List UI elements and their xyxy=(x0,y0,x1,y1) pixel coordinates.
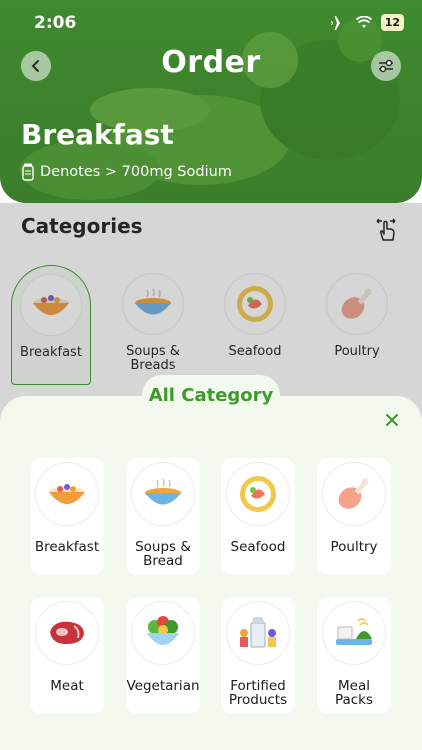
sheet-category-label: Soups & Bread xyxy=(135,539,191,569)
steak-icon xyxy=(50,621,84,644)
bowl-icon xyxy=(49,484,85,504)
sheet-icon-holder xyxy=(131,462,195,526)
filter-button[interactable] xyxy=(371,51,401,81)
sheet-category-meal-packs[interactable]: Meal Packs xyxy=(317,597,391,714)
milk-carton-icon xyxy=(240,617,276,648)
sheet-category-seafood[interactable]: Seafood xyxy=(221,458,295,575)
sheet-icon-holder xyxy=(322,462,386,526)
battery-indicator: 12 xyxy=(380,14,404,31)
sheet-category-fortified-products[interactable]: Fortified Products xyxy=(221,597,295,714)
sliders-icon xyxy=(379,59,393,73)
sheet-icon-holder xyxy=(226,462,290,526)
status-time: 2:06 xyxy=(34,13,77,33)
sheet-category-label: Meal Packs xyxy=(334,678,374,708)
shrimp-plate-icon xyxy=(240,476,276,512)
sheet-category-label: Meat xyxy=(50,678,84,694)
section-title: Breakfast xyxy=(21,118,174,151)
sodium-note-text: Denotes > 700mg Sodium xyxy=(40,164,232,180)
sheet-icon-holder xyxy=(35,462,99,526)
airplane-icon xyxy=(330,15,346,30)
sheet-icon-holder xyxy=(322,601,386,665)
sheet-icon-holder xyxy=(131,601,195,665)
sheet-icon-holder xyxy=(226,601,290,665)
sheet-title: All Category xyxy=(142,375,280,415)
sheet-category-label: Breakfast xyxy=(34,539,100,555)
soup-icon xyxy=(145,478,181,505)
sheet-category-breakfast[interactable]: Breakfast xyxy=(30,458,104,575)
meal-pack-icon xyxy=(336,618,372,645)
sheet-category-label: Fortified Products xyxy=(228,678,288,708)
sodium-note: Denotes > 700mg Sodium xyxy=(22,163,232,181)
sheet-category-vegetarian[interactable]: Vegetarian xyxy=(126,597,200,714)
drumstick-icon xyxy=(338,478,369,509)
wifi-icon xyxy=(355,16,372,28)
sheet-category-label: Vegetarian xyxy=(126,678,200,694)
salad-icon xyxy=(147,616,179,645)
sheet-icon-holder xyxy=(35,601,99,665)
sheet-category-poultry[interactable]: Poultry xyxy=(317,458,391,575)
page-title: Order xyxy=(161,45,261,80)
sheet-category-label: Poultry xyxy=(330,539,378,555)
sheet-category-soups-bread[interactable]: Soups & Bread xyxy=(126,458,200,575)
close-icon[interactable] xyxy=(384,412,400,428)
salt-shaker-icon xyxy=(22,163,34,181)
sheet-category-meat[interactable]: Meat xyxy=(30,597,104,714)
status-icons: 12 xyxy=(330,14,404,31)
sheet-category-label: Seafood xyxy=(230,539,286,555)
status-bar: 2:06 12 xyxy=(0,0,422,46)
